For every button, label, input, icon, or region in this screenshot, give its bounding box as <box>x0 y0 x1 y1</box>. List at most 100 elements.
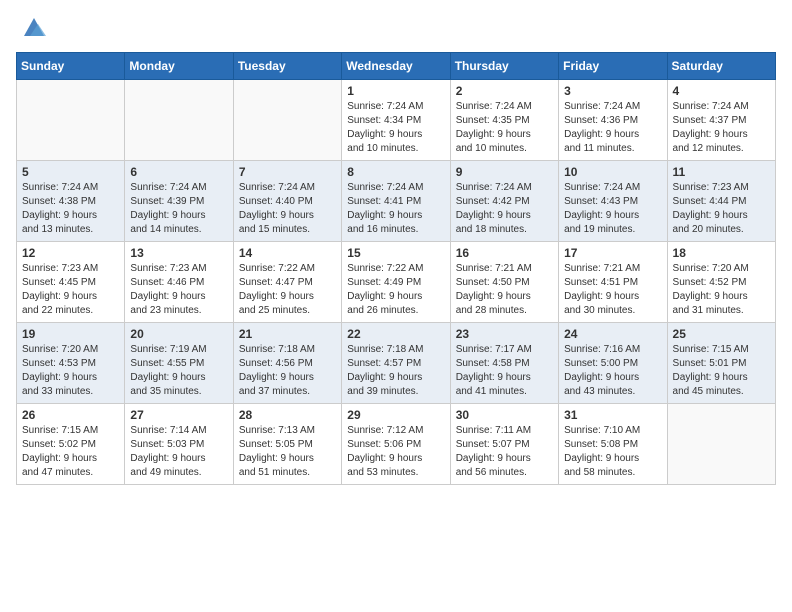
day-number: 18 <box>673 246 770 260</box>
cell-content: Sunrise: 7:19 AM Sunset: 4:55 PM Dayligh… <box>130 343 227 399</box>
cell-content: Sunrise: 7:24 AM Sunset: 4:41 PM Dayligh… <box>347 181 444 237</box>
day-of-week-header: Wednesday <box>342 53 450 80</box>
day-number: 25 <box>673 327 770 341</box>
cell-content: Sunrise: 7:16 AM Sunset: 5:00 PM Dayligh… <box>564 343 661 399</box>
calendar-cell <box>233 80 341 161</box>
cell-content: Sunrise: 7:12 AM Sunset: 5:06 PM Dayligh… <box>347 424 444 480</box>
cell-content: Sunrise: 7:23 AM Sunset: 4:45 PM Dayligh… <box>22 262 119 318</box>
day-number: 28 <box>239 408 336 422</box>
page-header <box>16 16 776 40</box>
cell-content: Sunrise: 7:20 AM Sunset: 4:52 PM Dayligh… <box>673 262 770 318</box>
day-number: 15 <box>347 246 444 260</box>
calendar-week-row: 1 Sunrise: 7:24 AM Sunset: 4:34 PM Daylig… <box>17 80 776 161</box>
day-number: 11 <box>673 165 770 179</box>
day-number: 29 <box>347 408 444 422</box>
cell-content: Sunrise: 7:21 AM Sunset: 4:50 PM Dayligh… <box>456 262 553 318</box>
cell-content: Sunrise: 7:24 AM Sunset: 4:35 PM Dayligh… <box>456 100 553 156</box>
cell-content: Sunrise: 7:22 AM Sunset: 4:49 PM Dayligh… <box>347 262 444 318</box>
calendar-cell: 27Sunrise: 7:14 AM Sunset: 5:03 PM Dayli… <box>125 404 233 485</box>
day-of-week-header: Thursday <box>450 53 558 80</box>
day-of-week-header: Tuesday <box>233 53 341 80</box>
day-number: 14 <box>239 246 336 260</box>
day-number: 16 <box>456 246 553 260</box>
day-of-week-header: Monday <box>125 53 233 80</box>
calendar-cell: 4 Sunrise: 7:24 AM Sunset: 4:37 PM Daylig… <box>667 80 775 161</box>
calendar-cell: 28 Sunrise: 7:13 AM Sunset: 5:05 PM Dayli… <box>233 404 341 485</box>
day-number: 5 <box>22 165 119 179</box>
day-number: 1 <box>347 84 444 98</box>
calendar-cell: 15 Sunrise: 7:22 AM Sunset: 4:49 PM Dayli… <box>342 242 450 323</box>
day-number: 7 <box>239 165 336 179</box>
day-number: 4 <box>673 84 770 98</box>
calendar-cell: 20 Sunrise: 7:19 AM Sunset: 4:55 PM Dayli… <box>125 323 233 404</box>
calendar-week-row: 19Sunrise: 7:20 AM Sunset: 4:53 PM Dayli… <box>17 323 776 404</box>
calendar-cell: 31 Sunrise: 7:10 AM Sunset: 5:08 PM Dayli… <box>559 404 667 485</box>
calendar-table: SundayMondayTuesdayWednesdayThursdayFrid… <box>16 52 776 485</box>
calendar-cell: 13 Sunrise: 7:23 AM Sunset: 4:46 PM Dayli… <box>125 242 233 323</box>
day-number: 30 <box>456 408 553 422</box>
calendar-cell: 24 Sunrise: 7:16 AM Sunset: 5:00 PM Dayli… <box>559 323 667 404</box>
cell-content: Sunrise: 7:13 AM Sunset: 5:05 PM Dayligh… <box>239 424 336 480</box>
day-number: 13 <box>130 246 227 260</box>
cell-content: Sunrise: 7:18 AM Sunset: 4:56 PM Dayligh… <box>239 343 336 399</box>
day-of-week-header: Sunday <box>17 53 125 80</box>
day-number: 20 <box>130 327 227 341</box>
day-number: 9 <box>456 165 553 179</box>
day-number: 8 <box>347 165 444 179</box>
day-of-week-header: Friday <box>559 53 667 80</box>
calendar-cell: 29 Sunrise: 7:12 AM Sunset: 5:06 PM Dayli… <box>342 404 450 485</box>
calendar-cell: 3 Sunrise: 7:24 AM Sunset: 4:36 PM Daylig… <box>559 80 667 161</box>
calendar-cell <box>667 404 775 485</box>
calendar-week-row: 5 Sunrise: 7:24 AM Sunset: 4:38 PM Daylig… <box>17 161 776 242</box>
calendar-cell: 30 Sunrise: 7:11 AM Sunset: 5:07 PM Dayli… <box>450 404 558 485</box>
calendar-cell <box>17 80 125 161</box>
calendar-cell: 7 Sunrise: 7:24 AM Sunset: 4:40 PM Daylig… <box>233 161 341 242</box>
day-number: 24 <box>564 327 661 341</box>
calendar-header-row: SundayMondayTuesdayWednesdayThursdayFrid… <box>17 53 776 80</box>
calendar-cell: 21Sunrise: 7:18 AM Sunset: 4:56 PM Dayli… <box>233 323 341 404</box>
calendar-cell: 9 Sunrise: 7:24 AM Sunset: 4:42 PM Daylig… <box>450 161 558 242</box>
day-number: 3 <box>564 84 661 98</box>
calendar-cell: 16 Sunrise: 7:21 AM Sunset: 4:50 PM Dayli… <box>450 242 558 323</box>
day-number: 26 <box>22 408 119 422</box>
cell-content: Sunrise: 7:10 AM Sunset: 5:08 PM Dayligh… <box>564 424 661 480</box>
day-number: 10 <box>564 165 661 179</box>
calendar-cell: 14 Sunrise: 7:22 AM Sunset: 4:47 PM Dayli… <box>233 242 341 323</box>
cell-content: Sunrise: 7:11 AM Sunset: 5:07 PM Dayligh… <box>456 424 553 480</box>
calendar-cell: 11Sunrise: 7:23 AM Sunset: 4:44 PM Dayli… <box>667 161 775 242</box>
cell-content: Sunrise: 7:24 AM Sunset: 4:43 PM Dayligh… <box>564 181 661 237</box>
day-of-week-header: Saturday <box>667 53 775 80</box>
cell-content: Sunrise: 7:24 AM Sunset: 4:40 PM Dayligh… <box>239 181 336 237</box>
cell-content: Sunrise: 7:24 AM Sunset: 4:34 PM Dayligh… <box>347 100 444 156</box>
cell-content: Sunrise: 7:17 AM Sunset: 4:58 PM Dayligh… <box>456 343 553 399</box>
calendar-cell: 6 Sunrise: 7:24 AM Sunset: 4:39 PM Daylig… <box>125 161 233 242</box>
calendar-week-row: 26 Sunrise: 7:15 AM Sunset: 5:02 PM Dayli… <box>17 404 776 485</box>
cell-content: Sunrise: 7:24 AM Sunset: 4:36 PM Dayligh… <box>564 100 661 156</box>
day-number: 23 <box>456 327 553 341</box>
cell-content: Sunrise: 7:15 AM Sunset: 5:02 PM Dayligh… <box>22 424 119 480</box>
cell-content: Sunrise: 7:24 AM Sunset: 4:42 PM Dayligh… <box>456 181 553 237</box>
calendar-cell: 25 Sunrise: 7:15 AM Sunset: 5:01 PM Dayli… <box>667 323 775 404</box>
logo <box>16 16 48 40</box>
day-number: 17 <box>564 246 661 260</box>
day-number: 2 <box>456 84 553 98</box>
calendar-cell: 18 Sunrise: 7:20 AM Sunset: 4:52 PM Dayli… <box>667 242 775 323</box>
cell-content: Sunrise: 7:18 AM Sunset: 4:57 PM Dayligh… <box>347 343 444 399</box>
cell-content: Sunrise: 7:21 AM Sunset: 4:51 PM Dayligh… <box>564 262 661 318</box>
cell-content: Sunrise: 7:15 AM Sunset: 5:01 PM Dayligh… <box>673 343 770 399</box>
calendar-cell: 8 Sunrise: 7:24 AM Sunset: 4:41 PM Daylig… <box>342 161 450 242</box>
day-number: 31 <box>564 408 661 422</box>
cell-content: Sunrise: 7:20 AM Sunset: 4:53 PM Dayligh… <box>22 343 119 399</box>
logo-icon <box>20 12 48 40</box>
day-number: 6 <box>130 165 227 179</box>
calendar-cell: 10 Sunrise: 7:24 AM Sunset: 4:43 PM Dayli… <box>559 161 667 242</box>
cell-content: Sunrise: 7:22 AM Sunset: 4:47 PM Dayligh… <box>239 262 336 318</box>
day-number: 22 <box>347 327 444 341</box>
calendar-cell <box>125 80 233 161</box>
cell-content: Sunrise: 7:24 AM Sunset: 4:39 PM Dayligh… <box>130 181 227 237</box>
cell-content: Sunrise: 7:24 AM Sunset: 4:37 PM Dayligh… <box>673 100 770 156</box>
cell-content: Sunrise: 7:24 AM Sunset: 4:38 PM Dayligh… <box>22 181 119 237</box>
day-number: 27 <box>130 408 227 422</box>
calendar-cell: 5 Sunrise: 7:24 AM Sunset: 4:38 PM Daylig… <box>17 161 125 242</box>
cell-content: Sunrise: 7:23 AM Sunset: 4:46 PM Dayligh… <box>130 262 227 318</box>
